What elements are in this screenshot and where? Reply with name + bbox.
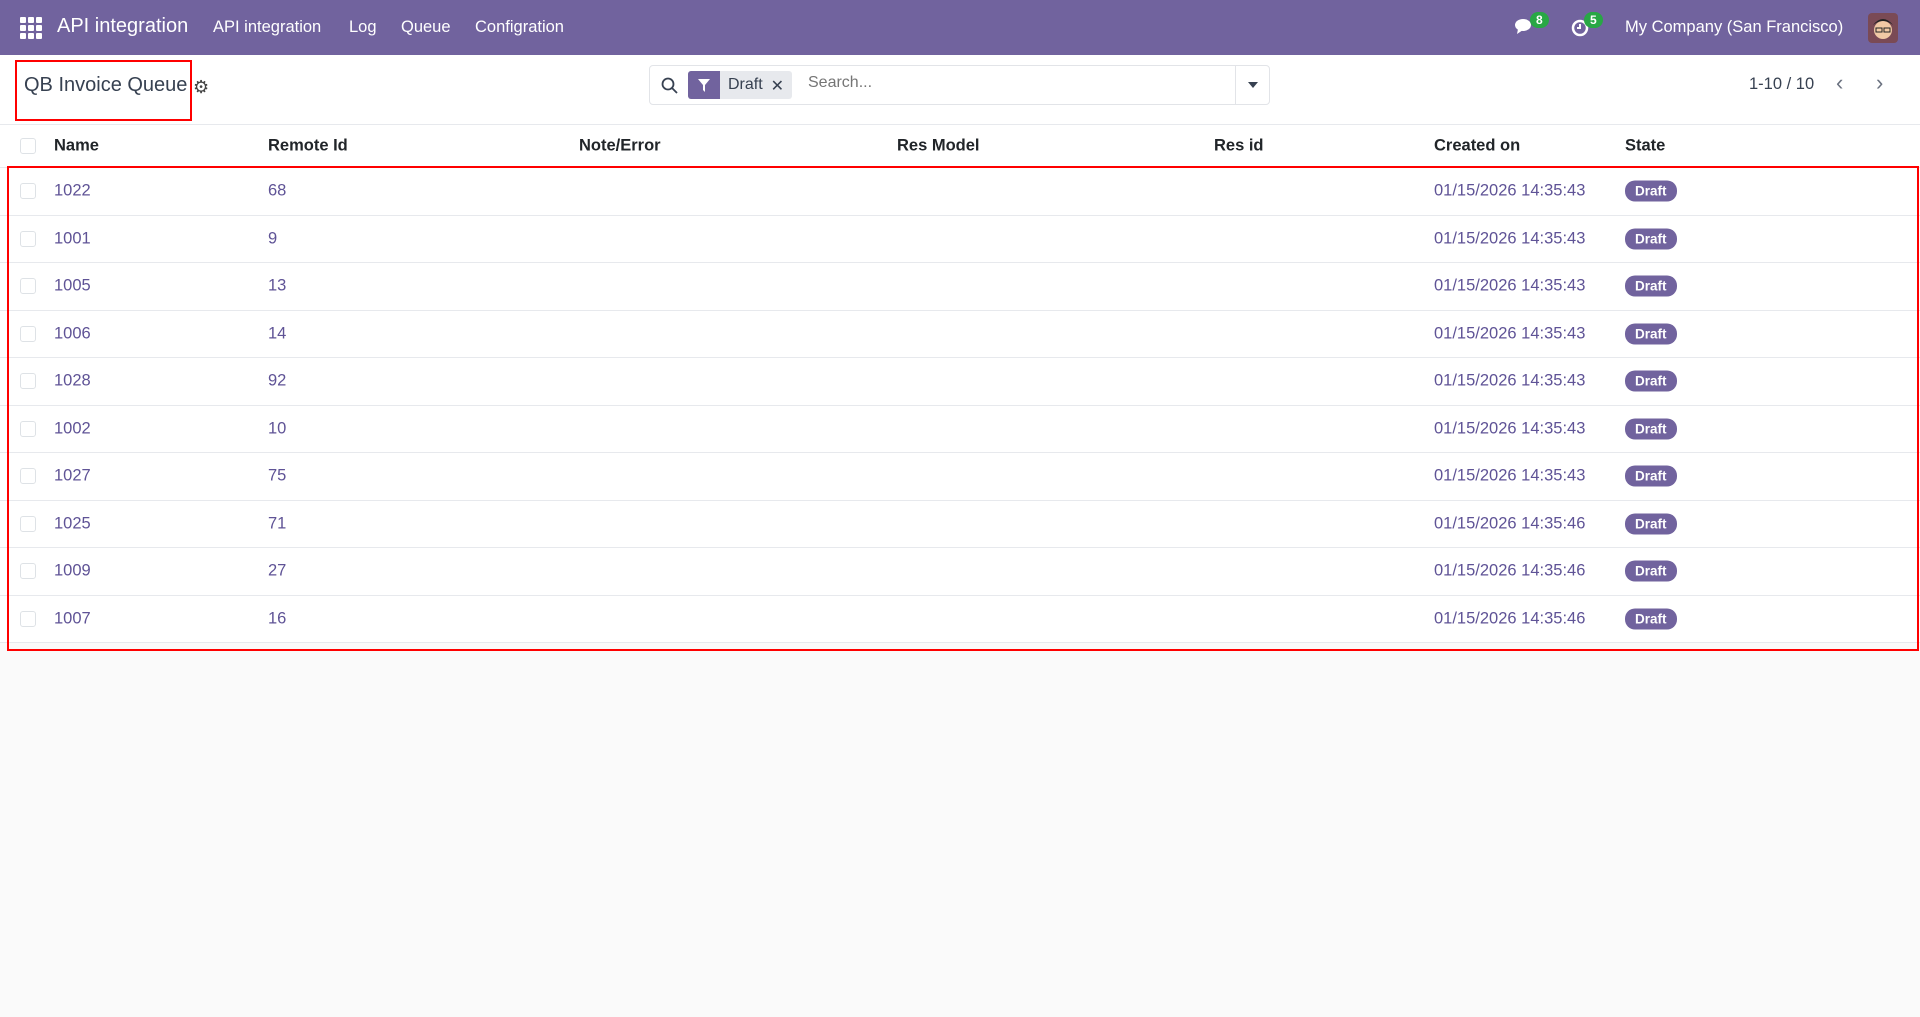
table-row[interactable]: 1028 92 01/15/2026 14:35:43 Draft (0, 358, 1920, 406)
status-badge: Draft (1625, 465, 1677, 487)
status-badge: Draft (1625, 418, 1677, 440)
cell-remote-id: 27 (268, 561, 287, 580)
select-all-checkbox[interactable] (20, 138, 36, 154)
column-header-remote-id[interactable]: Remote Id (268, 137, 348, 156)
cell-created-on: 01/15/2026 14:35:43 (1434, 466, 1586, 485)
row-checkbox[interactable] (20, 468, 36, 485)
status-badge: Draft (1625, 608, 1677, 630)
search-bar: Draft ✕ (649, 65, 1270, 105)
row-checkbox[interactable] (20, 278, 36, 295)
filter-icon (688, 71, 720, 99)
status-badge: Draft (1625, 370, 1677, 392)
menu-api-integration[interactable]: API integration (213, 18, 321, 37)
cell-remote-id: 14 (268, 324, 287, 343)
list-table: Name Remote Id Note/Error Res Model Res … (0, 125, 1920, 643)
table-row[interactable]: 1007 16 01/15/2026 14:35:46 Draft (0, 596, 1920, 643)
cell-created-on: 01/15/2026 14:35:46 (1434, 609, 1586, 628)
messages-button[interactable]: 8 (1514, 12, 1549, 41)
cell-created-on: 01/15/2026 14:35:46 (1434, 514, 1586, 533)
facet-remove-icon[interactable]: ✕ (771, 71, 792, 99)
cell-remote-id: 92 (268, 371, 287, 390)
status-badge: Draft (1625, 513, 1677, 535)
table-row[interactable]: 1002 10 01/15/2026 14:35:43 Draft (0, 406, 1920, 453)
cell-remote-id: 68 (268, 181, 287, 200)
cell-created-on: 01/15/2026 14:35:43 (1434, 181, 1586, 200)
column-header-name[interactable]: Name (54, 137, 99, 156)
cell-remote-id: 75 (268, 466, 287, 485)
search-input[interactable] (808, 74, 1188, 92)
caret-down-icon (1247, 82, 1258, 88)
row-checkbox[interactable] (20, 515, 36, 532)
gear-icon[interactable]: ⚙ (193, 77, 209, 98)
column-header-state[interactable]: State (1625, 137, 1665, 156)
cell-remote-id: 16 (268, 609, 287, 628)
facet-label: Draft (728, 76, 763, 93)
table-row[interactable]: 1022 68 01/15/2026 14:35:43 Draft (0, 168, 1920, 216)
column-header-created-on[interactable]: Created on (1434, 137, 1520, 156)
cell-name: 1002 (54, 419, 91, 438)
cell-created-on: 01/15/2026 14:35:43 (1434, 419, 1586, 438)
row-checkbox[interactable] (20, 325, 36, 342)
pager-value[interactable]: 1-10 / 10 (1749, 75, 1814, 94)
pager-next-icon[interactable]: › (1876, 70, 1883, 96)
table-row[interactable]: 1009 27 01/15/2026 14:35:46 Draft (0, 548, 1920, 596)
cell-remote-id: 71 (268, 514, 287, 533)
table-row[interactable]: 1005 13 01/15/2026 14:35:43 Draft (0, 263, 1920, 311)
cell-name: 1001 (54, 229, 91, 248)
app-grid-icon[interactable] (20, 17, 42, 39)
status-badge: Draft (1625, 180, 1677, 202)
cell-name: 1007 (54, 609, 91, 628)
cell-created-on: 01/15/2026 14:35:43 (1434, 229, 1586, 248)
row-checkbox[interactable] (20, 183, 36, 200)
user-avatar[interactable] (1868, 13, 1898, 43)
menu-configration[interactable]: Configration (475, 18, 564, 37)
table-header: Name Remote Id Note/Error Res Model Res … (0, 125, 1920, 168)
activities-button[interactable]: 5 (1570, 12, 1603, 43)
company-switcher[interactable]: My Company (San Francisco) (1625, 18, 1843, 37)
table-row[interactable]: 1025 71 01/15/2026 14:35:46 Draft (0, 501, 1920, 548)
table-row[interactable]: 1001 9 01/15/2026 14:35:43 Draft (0, 216, 1920, 263)
cell-name: 1005 (54, 276, 91, 295)
cell-remote-id: 9 (268, 229, 278, 248)
cell-name: 1027 (54, 466, 91, 485)
status-badge: Draft (1625, 323, 1677, 345)
row-checkbox[interactable] (20, 230, 36, 247)
cell-created-on: 01/15/2026 14:35:43 (1434, 324, 1586, 343)
row-checkbox[interactable] (20, 610, 36, 627)
status-badge: Draft (1625, 228, 1677, 250)
table-row[interactable]: 1006 14 01/15/2026 14:35:43 Draft (0, 311, 1920, 358)
search-icon[interactable] (661, 77, 679, 95)
row-checkbox[interactable] (20, 420, 36, 437)
cell-name: 1006 (54, 324, 91, 343)
status-badge: Draft (1625, 275, 1677, 297)
activities-badge: 5 (1584, 12, 1603, 28)
cell-name: 1028 (54, 371, 91, 390)
table-row[interactable]: 1027 75 01/15/2026 14:35:43 Draft (0, 453, 1920, 501)
top-navbar: API integration API integration Log Queu… (0, 0, 1920, 55)
menu-queue[interactable]: Queue (401, 18, 451, 37)
column-header-res-model[interactable]: Res Model (897, 137, 980, 156)
cell-name: 1022 (54, 181, 91, 200)
row-checkbox[interactable] (20, 563, 36, 580)
column-header-note-error[interactable]: Note/Error (579, 137, 661, 156)
pager-previous-icon[interactable]: ‹ (1836, 70, 1843, 96)
page-title: QB Invoice Queue (24, 74, 188, 96)
menu-log[interactable]: Log (349, 18, 377, 37)
row-checkbox[interactable] (20, 373, 36, 390)
app-name[interactable]: API integration (57, 15, 188, 38)
search-options-toggle[interactable] (1235, 66, 1269, 104)
cell-remote-id: 10 (268, 419, 287, 438)
column-header-res-id[interactable]: Res id (1214, 137, 1264, 156)
control-panel: QB Invoice Queue ⚙ Draft ✕ 1-10 / 10 ‹ › (0, 55, 1920, 125)
cell-created-on: 01/15/2026 14:35:43 (1434, 276, 1586, 295)
cell-name: 1009 (54, 561, 91, 580)
cell-name: 1025 (54, 514, 91, 533)
cell-created-on: 01/15/2026 14:35:43 (1434, 371, 1586, 390)
filter-facet: Draft ✕ (688, 71, 793, 99)
cell-remote-id: 13 (268, 276, 287, 295)
status-badge: Draft (1625, 560, 1677, 582)
cell-created-on: 01/15/2026 14:35:46 (1434, 561, 1586, 580)
messages-badge: 8 (1530, 12, 1549, 28)
